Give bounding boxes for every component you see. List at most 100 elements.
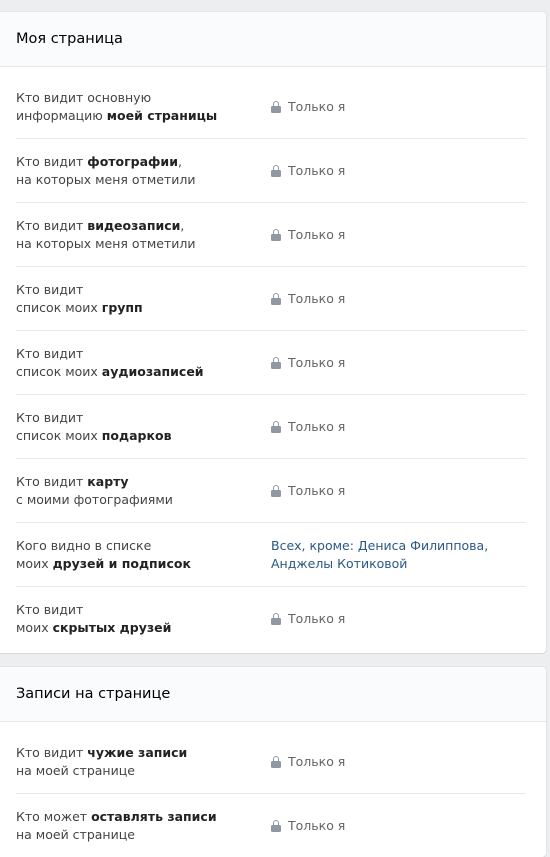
privacy-setting-row: Кто видит видеозаписи, на которых меня от…	[16, 203, 526, 267]
setting-label-text: моих	[16, 620, 53, 635]
lock-icon	[271, 420, 281, 433]
privacy-value-line: Анджелы Котиковой	[271, 555, 408, 571]
setting-label-emphasis: фотографии	[87, 153, 178, 169]
privacy-value-dropdown[interactable]: Только я	[271, 482, 345, 500]
privacy-setting-row: Кто видит фотографии, на которых меня отм…	[16, 139, 526, 203]
privacy-setting-row: Кто может оставлять записи на моей страни…	[16, 794, 526, 857]
setting-label-line: Кто видит фотографии,	[16, 153, 271, 171]
setting-label-emphasis: карту	[87, 473, 129, 489]
privacy-value-text: Только я	[288, 818, 346, 833]
setting-label-text: Кто видит	[16, 281, 84, 297]
setting-label-text: Кто видит	[16, 744, 88, 760]
privacy-value-dropdown[interactable]: Только я	[271, 418, 345, 436]
setting-label-text: на моей странице	[16, 827, 135, 842]
setting-label-emphasis: друзей и подписок	[52, 555, 191, 571]
privacy-value-dropdown[interactable]: Только я	[271, 162, 345, 180]
setting-label: Кто видит чужие записи на моей странице	[16, 744, 271, 780]
lock-icon	[271, 164, 281, 177]
privacy-value-text: Только я	[288, 98, 346, 114]
setting-label-text: Кто видит	[16, 409, 84, 425]
setting-label-text: список моих	[16, 363, 102, 379]
setting-label-line: информацию моей страницы	[16, 107, 271, 125]
lock-icon	[271, 820, 281, 832]
section-title: Записи на странице	[16, 686, 171, 702]
privacy-value-dropdown[interactable]: Только я	[271, 817, 345, 835]
setting-label-line: список моих групп	[16, 299, 271, 317]
setting-label-text: Кого видно в списке	[16, 537, 152, 553]
setting-label-line: на которых меня отметили	[16, 171, 271, 189]
setting-label-line: на моей странице	[16, 826, 271, 844]
lock-icon	[271, 292, 281, 305]
setting-label-text: Кто видит	[16, 153, 88, 169]
setting-label: Кто видит список моих подарков	[16, 409, 271, 445]
setting-label: Кто может оставлять записи на моей страни…	[16, 808, 271, 844]
setting-label-line: список моих аудиозаписей	[16, 363, 271, 381]
privacy-value-text: Только я	[288, 226, 346, 242]
lock-icon	[271, 100, 281, 113]
setting-label-emphasis: чужие записи	[87, 744, 188, 760]
setting-label-line: Кто видит видеозаписи,	[16, 217, 271, 235]
section-title: Моя страница	[16, 31, 123, 47]
setting-label-line: Кого видно в списке	[16, 537, 271, 555]
setting-label-line: на которых меня отметили	[16, 235, 271, 253]
setting-label-line: с моими фотографиями	[16, 491, 271, 509]
privacy-value-dropdown[interactable]: Только я	[271, 290, 345, 308]
privacy-value-text: Только я	[288, 418, 346, 434]
setting-label-line: Кто видит чужие записи	[16, 744, 271, 762]
privacy-setting-row: Кто видит список моих аудиозаписей Только …	[16, 331, 526, 395]
setting-label-line: Кто может оставлять записи	[16, 808, 271, 826]
setting-label-text: ,	[180, 217, 185, 233]
section-my-page: Моя страница Кто видит основную информаци…	[0, 12, 546, 653]
privacy-setting-row: Кто видит список моих подарков Только я	[16, 395, 526, 459]
setting-label-text: с моими фотографиями	[16, 491, 173, 507]
setting-label-emphasis: моей страницы	[106, 107, 218, 123]
setting-label-emphasis: групп	[101, 299, 143, 315]
setting-label-line: на моей странице	[16, 762, 271, 780]
lock-icon	[271, 755, 281, 768]
setting-label-emphasis: аудиозаписей	[101, 363, 204, 379]
setting-label: Кто видит видеозаписи, на которых меня от…	[16, 217, 271, 253]
setting-label-line: список моих подарков	[16, 427, 271, 445]
lock-icon	[271, 356, 281, 369]
privacy-value-text: Только я	[288, 482, 346, 498]
privacy-value-dropdown[interactable]: Только я	[271, 610, 345, 628]
setting-label-line: Кто видит	[16, 345, 271, 363]
setting-label-text: информацию	[16, 107, 107, 123]
setting-label-text: Кто видит	[16, 473, 88, 489]
setting-label-text: список моих	[16, 427, 102, 443]
privacy-value-text: Только я	[288, 611, 346, 626]
privacy-setting-row: Кто видит чужие записи на моей странице То…	[16, 730, 526, 794]
setting-label-line: Кто видит	[16, 281, 271, 299]
privacy-value-text: Только я	[288, 290, 346, 306]
setting-label: Кто видит фотографии, на которых меня отм…	[16, 153, 271, 189]
setting-label-text: на которых меня отметили	[16, 235, 196, 251]
lock-icon	[271, 228, 281, 241]
privacy-value-dropdown[interactable]: Только я	[271, 98, 345, 116]
privacy-value-dropdown[interactable]: Только я	[271, 753, 345, 771]
privacy-value-text: Только я	[288, 162, 346, 178]
privacy-setting-row: Кто видит моих скрытых друзей Только я	[16, 587, 526, 651]
privacy-setting-row: Кто видит список моих групп Только я	[16, 267, 526, 331]
privacy-value-line: Всех, кроме: Дениса Филиппова,	[271, 537, 489, 553]
setting-label-line: моих друзей и подписок	[16, 555, 271, 573]
privacy-value-text: Только я	[288, 753, 346, 769]
setting-label: Кто видит карту с моими фотографиями	[16, 473, 271, 509]
settings-list: Кто видит чужие записи на моей странице То…	[0, 722, 546, 857]
setting-label: Кто видит список моих аудиозаписей	[16, 345, 271, 381]
section-header: Моя страница	[0, 12, 546, 67]
settings-list: Кто видит основную информацию моей страни…	[0, 67, 546, 651]
privacy-value-dropdown[interactable]: Только я	[271, 226, 345, 244]
setting-label-line: Кто видит	[16, 409, 271, 427]
setting-label-line: Кто видит карту	[16, 473, 271, 491]
lock-icon	[271, 613, 281, 625]
setting-label-text: на которых меня отметили	[16, 171, 196, 187]
privacy-setting-row: Кто видит карту с моими фотографиями Тольк…	[16, 459, 526, 523]
section-wall-posts: Записи на странице Кто видит чужие запис…	[0, 667, 546, 857]
setting-label-text: моих	[16, 555, 53, 571]
setting-label-text: Кто видит	[16, 602, 84, 617]
setting-label: Кто видит список моих групп	[16, 281, 271, 317]
setting-label-emphasis: оставлять записи	[91, 809, 217, 824]
privacy-value-dropdown[interactable]: Только я	[271, 354, 345, 372]
setting-label: Кто видит моих скрытых друзей	[16, 601, 271, 637]
privacy-value-dropdown[interactable]: Всех, кроме: Дениса Филиппова, Анджелы Ко…	[271, 537, 488, 573]
